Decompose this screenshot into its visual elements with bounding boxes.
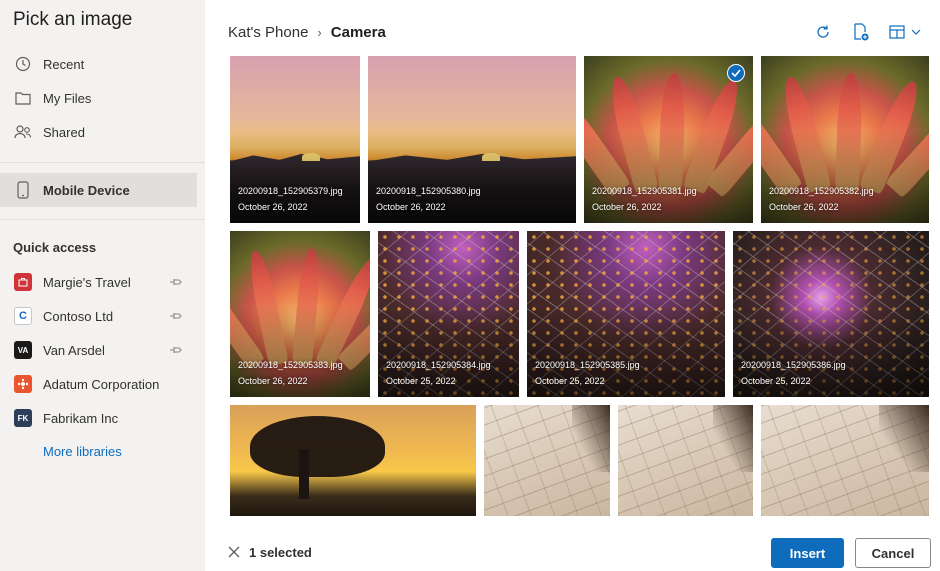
sidebar-divider <box>0 162 205 163</box>
file-date: October 26, 2022 <box>376 202 446 212</box>
image-tile[interactable]: 20200918_152905382.jpg October 26, 2022 <box>761 56 929 223</box>
fabrikam-logo-icon: FK <box>14 409 32 427</box>
file-date: October 26, 2022 <box>592 202 662 212</box>
image-tile[interactable]: 20200918_152905379.jpg October 26, 2022 <box>230 56 360 223</box>
library-label: Fabrikam Inc <box>43 410 119 426</box>
sidebar: Pick an image Recent My Files Shared Mob… <box>0 0 205 571</box>
checkmark-icon[interactable] <box>727 64 745 82</box>
refresh-icon <box>817 25 829 38</box>
pin-icon[interactable] <box>169 344 183 356</box>
file-name: 20200918_152905383.jpg <box>238 360 343 370</box>
library-contoso-ltd[interactable]: C Contoso Ltd <box>0 299 197 333</box>
nav-recent-label: Recent <box>43 56 85 72</box>
adatum-logo-icon <box>14 375 32 393</box>
image-tile[interactable]: 20200918_152905383.jpg October 26, 2022 <box>230 231 370 397</box>
file-date: October 25, 2022 <box>535 376 605 386</box>
cancel-button[interactable]: Cancel <box>855 538 931 568</box>
breadcrumb-root[interactable]: Kat's Phone <box>228 24 308 41</box>
image-tile[interactable]: 20200918_152905380.jpg October 26, 2022 <box>368 56 576 223</box>
image-tile-selected[interactable]: 20200918_152905381.jpg October 26, 2022 <box>584 56 753 223</box>
chevron-down-icon <box>911 29 921 35</box>
library-label: Van Arsdel <box>43 342 105 358</box>
view-layout-button[interactable] <box>886 22 924 42</box>
file-name: 20200918_152905380.jpg <box>376 186 481 196</box>
selection-count: 1 selected <box>249 545 312 560</box>
clock-icon <box>14 55 32 73</box>
nav-my-files-label: My Files <box>43 90 92 106</box>
breadcrumb-current: Camera <box>330 24 386 41</box>
image-tile[interactable] <box>230 405 476 516</box>
file-date: October 26, 2022 <box>238 202 308 212</box>
file-name: 20200918_152905379.jpg <box>238 186 343 196</box>
library-van-arsdel[interactable]: VA Van Arsdel <box>0 333 197 367</box>
van-arsdel-logo-icon: VA <box>14 341 32 359</box>
view-layout-icon <box>889 25 905 39</box>
footer-bar: 1 selected Insert Cancel <box>205 516 940 571</box>
file-name: 20200918_152905384.jpg <box>386 360 491 370</box>
suitcase-icon <box>14 273 32 291</box>
sidebar-divider <box>0 219 205 220</box>
new-file-button[interactable] <box>851 22 871 42</box>
file-name: 20200918_152905381.jpg <box>592 186 697 196</box>
file-name: 20200918_152905386.jpg <box>741 360 846 370</box>
file-name: 20200918_152905385.jpg <box>535 360 640 370</box>
nav-shared-label: Shared <box>43 124 85 140</box>
refresh-button[interactable] <box>813 22 833 42</box>
more-libraries-link[interactable]: More libraries <box>43 444 122 459</box>
file-name: 20200918_152905382.jpg <box>769 186 874 196</box>
library-adatum-corporation[interactable]: Adatum Corporation <box>0 367 197 401</box>
library-fabrikam-inc[interactable]: FK Fabrikam Inc <box>0 401 197 435</box>
clear-selection-icon[interactable] <box>228 545 240 558</box>
library-label: Contoso Ltd <box>43 308 114 324</box>
image-tile[interactable] <box>618 405 753 516</box>
library-margies-travel[interactable]: Margie's Travel <box>0 265 197 299</box>
dialog-title: Pick an image <box>13 9 133 30</box>
pin-icon[interactable] <box>169 276 183 288</box>
quick-access-heading: Quick access <box>13 240 97 255</box>
breadcrumb: Kat's Phone › Camera <box>228 24 386 41</box>
library-label: Margie's Travel <box>43 274 131 290</box>
nav-shared[interactable]: Shared <box>0 115 197 149</box>
image-tile[interactable] <box>761 405 929 516</box>
library-label: Adatum Corporation <box>43 376 160 392</box>
new-file-icon <box>854 23 869 41</box>
chevron-right-icon: › <box>317 25 322 40</box>
nav-mobile-device[interactable]: Mobile Device <box>0 173 197 207</box>
image-tile[interactable]: 20200918_152905385.jpg October 25, 2022 <box>527 231 725 397</box>
nav-recent[interactable]: Recent <box>0 47 197 81</box>
file-date: October 25, 2022 <box>741 376 811 386</box>
image-tile[interactable] <box>484 405 610 516</box>
file-date: October 26, 2022 <box>238 376 308 386</box>
insert-button[interactable]: Insert <box>771 538 844 568</box>
phone-icon <box>14 181 32 199</box>
image-tile[interactable]: 20200918_152905384.jpg October 25, 2022 <box>378 231 519 397</box>
pin-icon[interactable] <box>169 310 183 322</box>
people-icon <box>14 123 32 141</box>
image-tile[interactable]: 20200918_152905386.jpg October 25, 2022 <box>733 231 929 397</box>
contoso-logo-icon: C <box>14 307 32 325</box>
nav-my-files[interactable]: My Files <box>0 81 197 115</box>
file-date: October 26, 2022 <box>769 202 839 212</box>
folder-icon <box>14 89 32 107</box>
nav-mobile-device-label: Mobile Device <box>43 182 130 198</box>
file-date: October 25, 2022 <box>386 376 456 386</box>
